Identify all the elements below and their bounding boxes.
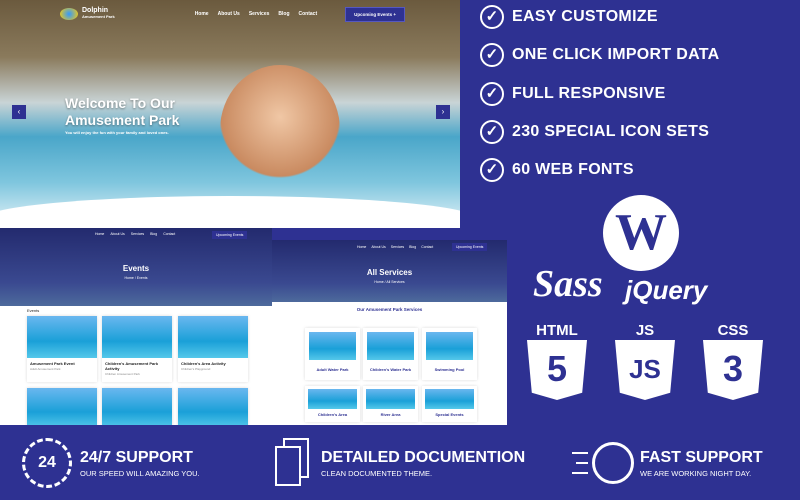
clock-24-icon: 24 [22, 438, 72, 488]
document-icon [275, 438, 311, 488]
event-card[interactable]: Children's Amusement Park Activity Childr… [102, 316, 172, 382]
nav-contact[interactable]: Contact [421, 245, 433, 249]
check-icon: ✓ [480, 5, 504, 29]
breadcrumb[interactable]: Home / Events [0, 276, 272, 280]
check-icon: ✓ [480, 120, 504, 144]
nav-blog[interactable]: Blog [278, 11, 289, 17]
nav-home[interactable]: Home [95, 232, 104, 236]
nav-services[interactable]: Services [249, 11, 270, 17]
service-card[interactable]: Swimming Pool [422, 328, 477, 380]
hero-wave [0, 196, 460, 228]
nav-about[interactable]: About Us [110, 232, 124, 236]
prev-arrow-icon[interactable]: ‹ [12, 105, 26, 119]
event-card[interactable]: Children's Area Activity Children's Playg… [178, 316, 248, 382]
hero-nav: Dolphin Amusement Park Home About Us Serv… [60, 6, 460, 22]
events-banner: Home About Us Services Blog Contact Upcoming… [0, 228, 272, 306]
feature-item: ✓ 230 SPECIAL ICON SETS [480, 120, 709, 144]
event-card[interactable] [27, 388, 97, 425]
feature-item: ✓ ONE CLICK IMPORT DATA [480, 43, 719, 67]
service-card[interactable]: River Area [363, 386, 418, 422]
service-card[interactable]: Children's Area [305, 386, 360, 422]
event-card[interactable] [102, 388, 172, 425]
service-card[interactable]: Adult Water Park [305, 328, 360, 380]
fast-support-item: FAST SUPPORT WE ARE WORKING NIGHT DAY. [572, 438, 763, 488]
documentation-item: DETAILED DOCUMENTION CLEAN DOCUMENTED THE… [275, 438, 525, 488]
nav-blog[interactable]: Blog [409, 245, 416, 249]
event-card[interactable]: Amusement Park Event Adult Amusement Park [27, 316, 97, 382]
feature-item: ✓ EASY CUSTOMIZE [480, 5, 658, 29]
nav-contact[interactable]: Contact [299, 11, 318, 17]
nav-home[interactable]: Home [357, 245, 366, 249]
next-arrow-icon[interactable]: › [436, 105, 450, 119]
css3-icon: CSS 3 [703, 322, 763, 400]
html5-icon: HTML 5 [527, 322, 587, 400]
breadcrumb[interactable]: Home / All Services [272, 280, 507, 284]
nav-about[interactable]: About Us [218, 11, 240, 17]
section-title: Our Amusement Park Services [356, 307, 423, 312]
check-icon: ✓ [480, 82, 504, 106]
upcoming-events-button[interactable]: Upcoming Events [452, 243, 488, 251]
check-icon: ✓ [480, 43, 504, 67]
nav-blog[interactable]: Blog [150, 232, 157, 236]
jquery-logo: jQuery [625, 275, 708, 305]
upcoming-events-button[interactable]: Upcoming Events [212, 231, 248, 239]
event-card[interactable] [178, 388, 248, 425]
section-title: Events [27, 308, 40, 313]
support-item: 24 24/7 SUPPORT OUR SPEED WILL AMAZING YO… [22, 438, 200, 488]
nav-about[interactable]: About Us [371, 245, 385, 249]
brand[interactable]: Dolphin Amusement Park [82, 7, 115, 20]
feature-item: ✓ 60 WEB FONTS [480, 158, 634, 182]
stopwatch-icon [572, 438, 634, 488]
service-card[interactable]: Children's Water Park [363, 328, 418, 380]
js-icon: JS JS [615, 322, 675, 400]
hero-image [220, 65, 340, 195]
events-screenshot: Home About Us Services Blog Contact Upcoming… [0, 228, 272, 425]
wordpress-icon: W [603, 195, 679, 271]
service-card[interactable]: Special Events [422, 386, 477, 422]
services-banner: Home About Us Services Blog Contact Upcoming… [272, 240, 507, 302]
nav-services[interactable]: Services [391, 245, 404, 249]
logo-icon [60, 8, 78, 20]
nav-services[interactable]: Services [131, 232, 144, 236]
hero-subtitle: You will enjoy the fun with your family … [65, 130, 169, 135]
feature-item: ✓ FULL RESPONSIVE [480, 82, 666, 106]
sass-logo: Sass [533, 263, 603, 305]
hero-title: Welcome To Our Amusement Park [65, 95, 180, 128]
nav-home[interactable]: Home [195, 11, 209, 17]
check-icon: ✓ [480, 158, 504, 182]
services-screenshot: Home About Us Services Blog Contact Upcoming… [272, 240, 507, 425]
upcoming-events-button[interactable]: Upcoming Events + [345, 6, 406, 22]
nav-contact[interactable]: Contact [163, 232, 175, 236]
hero-screenshot: Dolphin Amusement Park Home About Us Serv… [0, 0, 460, 228]
